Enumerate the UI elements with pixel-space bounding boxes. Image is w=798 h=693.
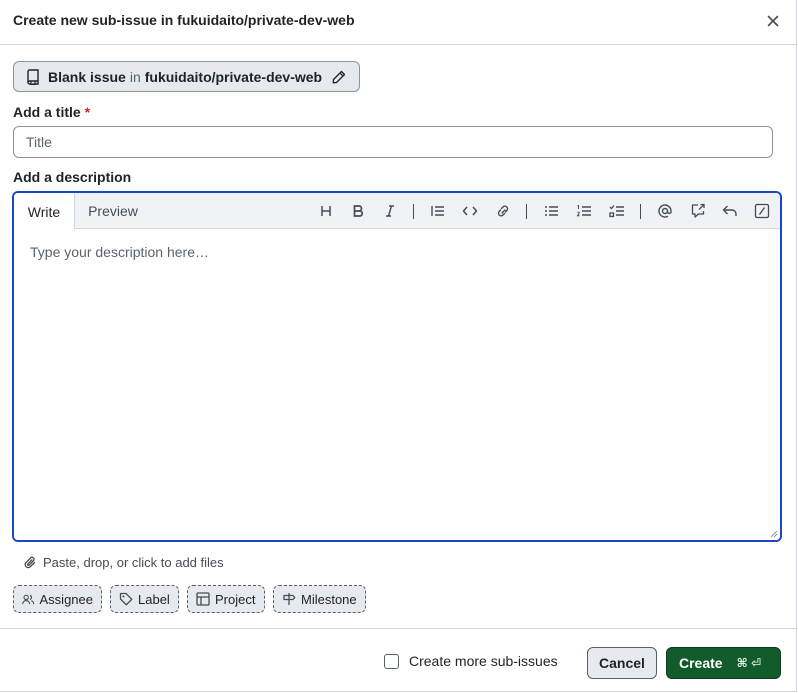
toolbar-separator [413, 204, 414, 219]
resize-handle-icon[interactable] [770, 530, 778, 538]
description-textarea[interactable] [14, 229, 780, 540]
title-input[interactable] [13, 126, 773, 158]
close-icon [767, 15, 779, 27]
code-button[interactable] [458, 199, 482, 223]
bullet-list-button[interactable] [540, 199, 564, 223]
numbered-list-button[interactable] [572, 199, 596, 223]
description-editor: Write Preview [12, 191, 782, 542]
heading-icon [321, 206, 331, 216]
milestone-icon [283, 593, 296, 605]
tag-icon [119, 592, 133, 606]
attach-files-label: Paste, drop, or click to add files [43, 555, 224, 570]
heading-button[interactable] [314, 199, 338, 223]
attach-files-button[interactable]: Paste, drop, or click to add files [24, 555, 224, 570]
pencil-icon [332, 70, 346, 83]
template-repo: fukuidaito/private-dev-web [144, 68, 323, 85]
mention-icon [658, 204, 672, 218]
assignee-button[interactable]: Assignee [13, 585, 102, 613]
close-button[interactable] [762, 10, 784, 32]
italic-icon [386, 205, 394, 217]
title-label-text: Add a title [13, 104, 81, 120]
dialog-title: Create new sub-issue in fukuidaito/priva… [13, 12, 355, 28]
editor-toolbar: Write Preview [14, 193, 780, 230]
create-more-label: Create more sub-issues [409, 653, 558, 669]
paperclip-icon [24, 556, 36, 568]
code-icon [462, 206, 478, 216]
assignee-label: Assignee [39, 591, 93, 607]
mention-button[interactable] [653, 199, 677, 223]
quote-button[interactable] [426, 199, 450, 223]
title-label: Add a title * [13, 104, 90, 120]
checkbox-box[interactable] [384, 653, 399, 669]
reply-icon [722, 205, 737, 216]
create-sub-issue-dialog: Create new sub-issue in fukuidaito/priva… [0, 0, 797, 692]
create-more-checkbox[interactable]: Create more sub-issues [384, 653, 558, 669]
required-mark: * [84, 104, 91, 120]
slash-command-icon [754, 203, 770, 219]
table-icon [196, 592, 210, 606]
create-shortcut: ⌘ ⏎ [736, 656, 762, 670]
template-connector: in [129, 68, 141, 85]
reply-button[interactable] [718, 199, 742, 223]
people-icon [22, 594, 35, 604]
link-button[interactable] [491, 199, 515, 223]
tab-write[interactable]: Write [14, 193, 75, 230]
toolbar-separator [526, 204, 527, 219]
slash-command-button[interactable] [750, 199, 774, 223]
bold-icon [353, 205, 364, 217]
cancel-button[interactable]: Cancel [587, 647, 657, 679]
dialog-footer: Create more sub-issues Cancel Create ⌘ ⏎ [0, 628, 797, 692]
italic-button[interactable] [378, 199, 402, 223]
project-button[interactable]: Project [187, 585, 265, 613]
numbered-list-icon [576, 204, 591, 217]
description-label: Add a description [13, 169, 132, 185]
label-label: Label [138, 591, 170, 607]
create-button[interactable]: Create ⌘ ⏎ [666, 647, 781, 679]
create-label: Create [679, 655, 723, 671]
task-list-icon [609, 205, 624, 218]
milestone-label: Milestone [301, 591, 357, 607]
project-label: Project [215, 591, 256, 607]
toolbar-separator [640, 204, 641, 219]
reference-icon [691, 203, 705, 218]
milestone-button[interactable]: Milestone [273, 585, 366, 613]
reference-button[interactable] [686, 199, 710, 223]
template-name: Blank issue [48, 68, 126, 85]
tab-preview[interactable]: Preview [76, 193, 150, 229]
quote-icon [431, 206, 444, 216]
task-list-button[interactable] [605, 199, 629, 223]
bold-button[interactable] [346, 199, 370, 223]
label-button[interactable]: Label [110, 585, 179, 613]
link-icon [497, 205, 509, 217]
dialog-header: Create new sub-issue in fukuidaito/priva… [0, 0, 797, 45]
template-selector-button[interactable]: Blank issue in fukuidaito/private-dev-we… [13, 61, 360, 92]
repo-icon [27, 68, 39, 85]
bullet-list-icon [545, 206, 558, 216]
